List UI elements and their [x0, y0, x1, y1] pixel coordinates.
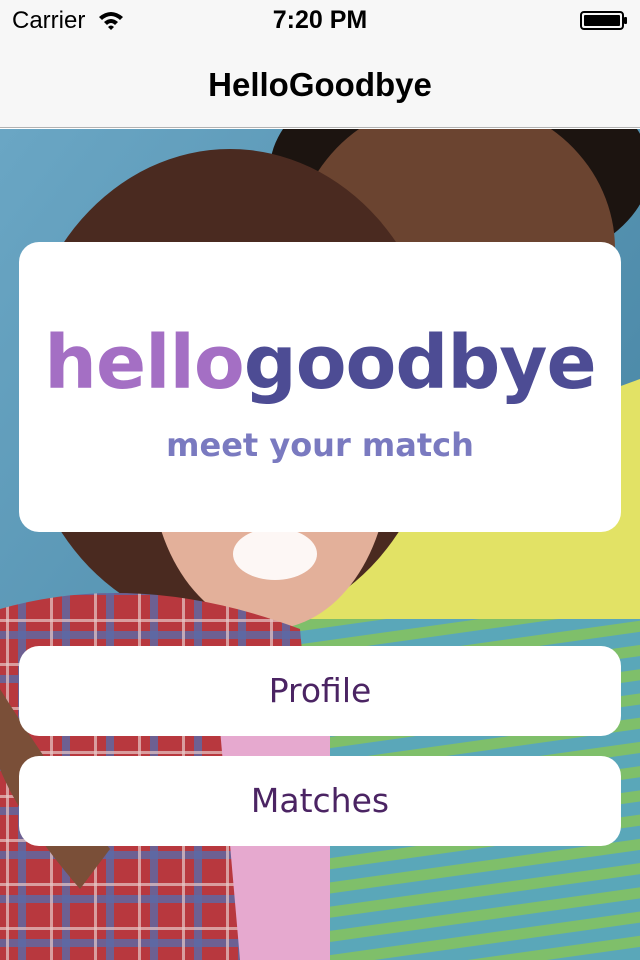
- battery-icon: [580, 11, 628, 30]
- logo-card: hellogoodbye meet your match: [19, 242, 621, 532]
- profile-button[interactable]: Profile: [19, 646, 621, 736]
- logo-tagline: meet your match: [166, 426, 474, 464]
- matches-button[interactable]: Matches: [19, 756, 621, 846]
- navigation-bar: HelloGoodbye: [0, 40, 640, 128]
- status-time: 7:20 PM: [272, 6, 368, 34]
- logo-hello-text: hello: [44, 320, 244, 406]
- status-bar: Carrier 7:20 PM: [0, 0, 640, 40]
- hellogoodbye-logo: hellogoodbye: [19, 320, 621, 406]
- nav-title: HelloGoodbye: [208, 66, 432, 103]
- logo-goodbye-text: goodbye: [243, 320, 597, 406]
